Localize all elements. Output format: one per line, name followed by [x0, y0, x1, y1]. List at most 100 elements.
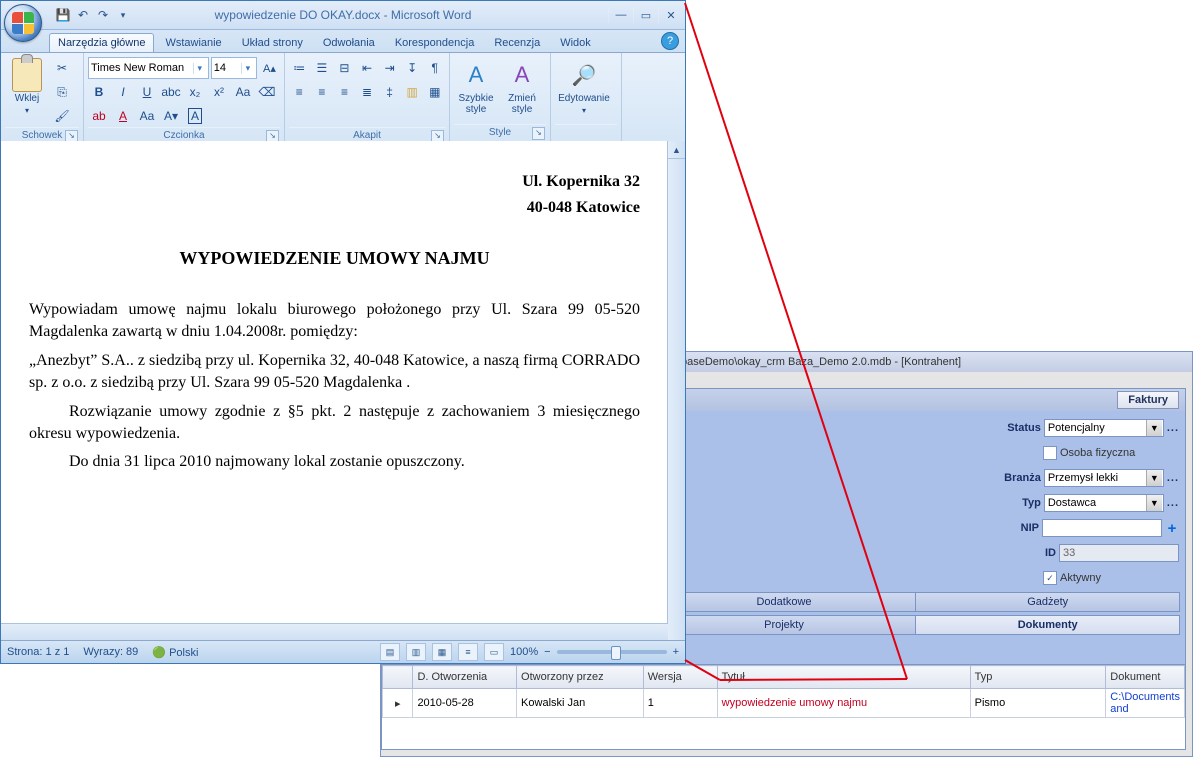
tab-gadzety[interactable]: Gadżety	[915, 592, 1180, 612]
char-border-icon[interactable]: A	[184, 105, 206, 127]
editing-button[interactable]: 🔎 Edytowanie ▾	[555, 55, 613, 124]
quick-styles-button[interactable]: A Szybkie style	[454, 55, 498, 124]
sort-icon[interactable]: ↧	[402, 57, 423, 79]
save-icon[interactable]: 💾	[55, 7, 71, 23]
align-left-icon[interactable]: ≡	[289, 81, 310, 103]
cell-doc: C:\Documents and	[1106, 689, 1185, 718]
help-icon[interactable]: ?	[661, 32, 679, 50]
zoom-slider[interactable]	[557, 650, 667, 654]
tab-recenzja[interactable]: Recenzja	[485, 33, 549, 52]
align-center-icon[interactable]: ≡	[312, 81, 333, 103]
doc-p3: Rozwiązanie umowy zgodnie z §5 pkt. 2 na…	[29, 401, 640, 446]
view-print-icon[interactable]: ▤	[380, 643, 400, 661]
nip-field[interactable]	[1042, 519, 1162, 537]
font-name-combo[interactable]: Times New Roman▾	[88, 57, 209, 79]
shading-icon[interactable]: ▥	[402, 81, 423, 103]
cut-icon[interactable]: ✂	[51, 57, 73, 79]
tab-dodatkowe[interactable]: Dodatkowe	[652, 592, 917, 612]
bullets-icon[interactable]: ≔	[289, 57, 310, 79]
branza-dropdown[interactable]: Przemysł lekki▼	[1044, 469, 1164, 487]
minimize-button[interactable]: —	[608, 7, 633, 23]
justify-icon[interactable]: ≣	[357, 81, 378, 103]
view-web-icon[interactable]: ▦	[432, 643, 452, 661]
tab-wstawianie[interactable]: Wstawianie	[156, 33, 230, 52]
qat-customize-icon[interactable]: ▾	[115, 7, 131, 23]
typ-dropdown[interactable]: Dostawca▼	[1044, 494, 1164, 512]
status-dropdown[interactable]: Potencjalny▼	[1044, 419, 1164, 437]
align-right-icon[interactable]: ≡	[334, 81, 355, 103]
tab-narzedzia[interactable]: Narzędzia główne	[49, 33, 154, 52]
copy-icon[interactable]: ⎘	[51, 81, 73, 103]
checkbox-icon: ✓	[1043, 571, 1057, 585]
italic-button[interactable]: I	[112, 81, 134, 103]
add-nip-button[interactable]: +	[1165, 520, 1179, 537]
tab-dokumenty[interactable]: Dokumenty	[915, 615, 1180, 635]
status-lang[interactable]: 🟢 Polski	[152, 646, 198, 659]
tab-projekty[interactable]: Projekty	[652, 615, 917, 635]
grid-selector-header[interactable]	[383, 666, 413, 689]
zoom-out-button[interactable]: −	[544, 646, 550, 658]
borders-icon[interactable]: ▦	[424, 81, 445, 103]
tab-widok[interactable]: Widok	[551, 33, 600, 52]
redo-icon[interactable]: ↷	[95, 7, 111, 23]
zoom-in-button[interactable]: +	[673, 646, 679, 658]
word-titlebar: 💾 ↶ ↷ ▾ wypowiedzenie DO OKAY.docx - Mic…	[1, 1, 685, 30]
bold-button[interactable]: B	[88, 81, 110, 103]
faktury-button[interactable]: Faktury	[1117, 391, 1179, 409]
osoba-checkbox[interactable]: Osoba fizyczna	[1043, 446, 1179, 460]
status-words[interactable]: Wyrazy: 89	[83, 646, 138, 658]
clear-format-icon[interactable]: ⌫	[256, 81, 278, 103]
col-type[interactable]: Typ	[970, 666, 1106, 689]
line-spacing-icon[interactable]: ‡	[379, 81, 400, 103]
underline-button[interactable]: U	[136, 81, 158, 103]
highlight-icon[interactable]: ab	[88, 105, 110, 127]
indent-dec-icon[interactable]: ⇤	[357, 57, 378, 79]
vertical-scrollbar[interactable]: ▲	[667, 141, 685, 641]
aktywny-checkbox[interactable]: ✓Aktywny	[1043, 571, 1179, 585]
text-effects-icon[interactable]: Aa	[136, 105, 158, 127]
col-title[interactable]: Tytuł	[717, 666, 970, 689]
multilevel-icon[interactable]: ⊟	[334, 57, 355, 79]
view-outline-icon[interactable]: ≡	[458, 643, 478, 661]
tab-uklad[interactable]: Układ strony	[233, 33, 312, 52]
maximize-button[interactable]: ▭	[633, 7, 658, 23]
tab-odwolania[interactable]: Odwołania	[314, 33, 384, 52]
show-marks-icon[interactable]: ¶	[424, 57, 445, 79]
font-size-combo[interactable]: 14▾	[211, 57, 257, 79]
status-page[interactable]: Strona: 1 z 1	[7, 646, 69, 658]
paste-button[interactable]: Wklej ▾	[5, 55, 49, 127]
horizontal-scrollbar[interactable]	[1, 623, 668, 641]
view-read-icon[interactable]: ▥	[406, 643, 426, 661]
format-painter-icon[interactable]: 🖌	[51, 105, 73, 127]
grid-row[interactable]: ▸ 2010-05-28 Kowalski Jan 1 wypowiedzeni…	[383, 689, 1185, 718]
close-button[interactable]: ✕	[658, 7, 683, 23]
change-styles-button[interactable]: A Zmień style	[500, 55, 544, 124]
col-doc[interactable]: Dokument	[1106, 666, 1185, 689]
subscript-button[interactable]: x₂	[184, 81, 206, 103]
superscript-button[interactable]: x²	[208, 81, 230, 103]
typ-more[interactable]: ...	[1167, 497, 1179, 509]
view-draft-icon[interactable]: ▭	[484, 643, 504, 661]
scroll-up-icon[interactable]: ▲	[668, 141, 685, 159]
change-case-button[interactable]: Aa	[232, 81, 254, 103]
numbering-icon[interactable]: ☰	[312, 57, 333, 79]
col-ver[interactable]: Wersja	[643, 666, 717, 689]
tab-korespondencja[interactable]: Korespondencja	[386, 33, 484, 52]
col-user[interactable]: Otworzony przez	[517, 666, 644, 689]
strike-button[interactable]: abc	[160, 81, 182, 103]
indent-inc-icon[interactable]: ⇥	[379, 57, 400, 79]
dialog-launcher-icon[interactable]: ↘	[532, 127, 545, 140]
office-button[interactable]	[4, 4, 42, 42]
checkbox-icon	[1043, 446, 1057, 460]
undo-icon[interactable]: ↶	[75, 7, 91, 23]
col-date[interactable]: D. Otworzenia	[413, 666, 517, 689]
status-more[interactable]: ...	[1167, 422, 1179, 434]
font-color-icon[interactable]: A	[112, 105, 134, 127]
chevron-down-icon: ▼	[1146, 495, 1162, 511]
chevron-down-icon: ▾	[241, 63, 254, 74]
shrink-font-icon[interactable]: A▾	[160, 105, 182, 127]
document-page[interactable]: Ul. Kopernika 32 40-048 Katowice WYPOWIE…	[1, 141, 668, 624]
branza-more[interactable]: ...	[1167, 472, 1179, 484]
zoom-level[interactable]: 100%	[510, 646, 538, 658]
grow-font-icon[interactable]: A▴	[259, 57, 280, 79]
